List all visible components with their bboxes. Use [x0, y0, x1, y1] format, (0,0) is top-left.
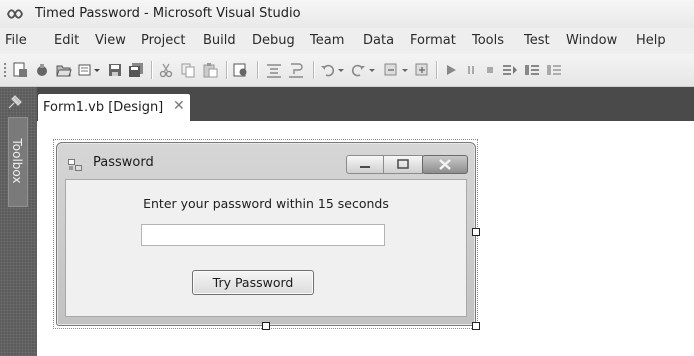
toolbox-label: Toolbox: [10, 138, 24, 184]
toolbar-separator: [436, 61, 438, 79]
close-tab-icon[interactable]: ✕: [173, 98, 185, 114]
chevron-down-icon[interactable]: [368, 62, 376, 78]
toolbar-grip-icon: [4, 63, 6, 77]
menu-build[interactable]: Build: [203, 33, 236, 48]
open-file-icon[interactable]: [56, 62, 72, 78]
new-project-icon[interactable]: [12, 62, 28, 78]
add-item-icon[interactable]: [78, 62, 94, 78]
resize-handle-right[interactable]: [472, 228, 480, 236]
toolbar-separator: [257, 61, 259, 79]
pause-icon[interactable]: [463, 62, 479, 78]
copy-icon[interactable]: [180, 62, 196, 78]
save-icon[interactable]: [107, 62, 123, 78]
maximize-icon: [397, 159, 409, 169]
vs-logo-icon: [7, 9, 23, 19]
add-item-icon[interactable]: [34, 62, 50, 78]
password-form[interactable]: Password Enter your password within 15 s…: [56, 142, 476, 326]
menu-debug[interactable]: Debug: [252, 33, 295, 48]
try-password-button[interactable]: Try Password: [192, 270, 314, 295]
uncomment-icon[interactable]: [288, 62, 304, 78]
comment-icon[interactable]: [266, 62, 282, 78]
password-prompt-label: Enter your password within 15 seconds: [143, 196, 389, 211]
paste-icon[interactable]: [202, 62, 218, 78]
cut-icon[interactable]: [158, 62, 174, 78]
menu-help[interactable]: Help: [636, 33, 666, 48]
toolbox-pin-icon[interactable]: [7, 94, 23, 110]
chevron-down-icon[interactable]: [93, 62, 101, 78]
chevron-down-icon[interactable]: [337, 62, 345, 78]
form-client-area: Enter your password within 15 seconds Tr…: [65, 179, 467, 317]
menu-team[interactable]: Team: [310, 33, 344, 48]
standard-toolbar: [0, 54, 694, 87]
step-over-icon[interactable]: [524, 62, 540, 78]
tab-form1-design-label: Form1.vb [Design]: [43, 100, 164, 115]
start-icon[interactable]: [443, 62, 459, 78]
menu-test[interactable]: Test: [524, 33, 550, 48]
form-title: Password: [93, 155, 154, 170]
redo-icon[interactable]: [350, 62, 366, 78]
title-bar: Timed Password - Microsoft Visual Studio: [0, 0, 694, 28]
close-button[interactable]: [422, 155, 468, 174]
menu-data[interactable]: Data: [363, 33, 394, 48]
undo-icon[interactable]: [320, 62, 336, 78]
save-all-icon[interactable]: [128, 62, 144, 78]
navigate-backward-icon[interactable]: [383, 62, 399, 78]
menu-view[interactable]: View: [95, 33, 126, 48]
step-into-icon[interactable]: [502, 62, 518, 78]
find-icon[interactable]: [233, 62, 249, 78]
navigate-forward-icon[interactable]: [414, 62, 430, 78]
toolbar-separator: [313, 61, 315, 79]
toolbox-panel: Toolbox: [0, 87, 37, 356]
form-icon: [68, 159, 82, 171]
close-icon: [439, 159, 451, 170]
resize-handle-corner[interactable]: [472, 322, 480, 330]
minimize-icon: [360, 166, 370, 168]
maximize-button[interactable]: [383, 155, 423, 174]
toolbar-separator: [151, 61, 153, 79]
menu-bar: File Edit View Project Build Debug Team …: [0, 28, 694, 54]
minimize-button[interactable]: [346, 155, 384, 174]
menu-tools[interactable]: Tools: [472, 33, 504, 48]
window-title: Timed Password - Microsoft Visual Studio: [35, 6, 301, 21]
chevron-down-icon[interactable]: [401, 62, 409, 78]
resize-handle-bottom[interactable]: [262, 322, 270, 330]
tab-form1-design[interactable]: Form1.vb [Design] ✕: [38, 94, 190, 121]
stop-icon[interactable]: [482, 62, 498, 78]
menu-format[interactable]: Format: [410, 33, 456, 48]
menu-window[interactable]: Window: [566, 33, 617, 48]
step-out-icon[interactable]: [546, 62, 562, 78]
toolbar-separator: [226, 61, 228, 79]
password-input[interactable]: [141, 224, 385, 246]
menu-project[interactable]: Project: [141, 33, 185, 48]
try-password-label: Try Password: [212, 275, 294, 290]
menu-edit[interactable]: Edit: [54, 33, 79, 48]
menu-file[interactable]: File: [5, 33, 27, 48]
